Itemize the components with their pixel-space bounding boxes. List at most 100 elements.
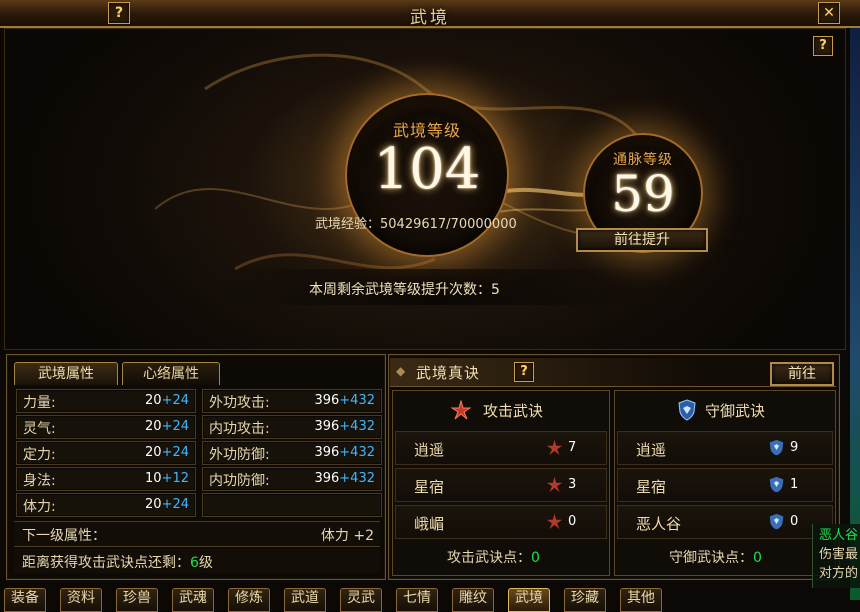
attr-row-empty xyxy=(202,493,382,517)
defense-mark-icon xyxy=(769,513,784,530)
tab-engraving[interactable]: 雕纹 xyxy=(452,588,494,612)
pulse-value: 59 xyxy=(611,165,675,223)
defense-skill-row[interactable]: 星宿 1 xyxy=(617,468,833,502)
attack-mark-icon xyxy=(546,513,563,530)
tab-martial-soul[interactable]: 武魂 xyxy=(172,588,214,612)
game-world-strip xyxy=(850,0,860,600)
level-orb: 武境等级 104 xyxy=(345,93,509,257)
bottom-tab-bar: 装备 资料 珍兽 武魂 修炼 武道 灵武 七情 雕纹 武境 珍藏 其他 xyxy=(0,588,850,612)
next-level-row: 下一级属性： 体力 +2 xyxy=(14,521,380,547)
attr-label: 内功防御: xyxy=(209,473,270,489)
weekly-count: 5 xyxy=(491,282,500,298)
tab-xinluo-attributes[interactable]: 心络属性 xyxy=(122,362,220,385)
tab-wujing[interactable]: 武境 xyxy=(508,588,550,612)
attack-skill-row[interactable]: 峨嵋 0 xyxy=(395,505,607,539)
attack-mark-icon xyxy=(546,439,563,456)
tab-other[interactable]: 其他 xyxy=(620,588,662,612)
attack-skill-row[interactable]: 星宿 3 xyxy=(395,468,607,502)
exp-value: 50429617/70000000 xyxy=(380,217,517,232)
defense-points-label: 守御武诀点： xyxy=(669,550,753,566)
attack-skill-icon xyxy=(451,400,471,420)
attr-value: 396+432 xyxy=(314,471,375,486)
attr-bonus: +432 xyxy=(339,471,375,486)
tab-profile[interactable]: 资料 xyxy=(60,588,102,612)
weekly-label: 本周剩余武境等级提升次数： xyxy=(309,282,491,298)
skill-panel-title: 武境真诀 xyxy=(416,364,481,382)
attr-bonus: +12 xyxy=(161,471,189,486)
chat-line: 恶人谷 xyxy=(819,528,859,543)
attr-row-stamina: 体力: 20+24 xyxy=(16,493,196,517)
skill-name: 逍遥 xyxy=(636,441,667,459)
attr-base: 396 xyxy=(314,445,340,460)
chat-overlay: 恶人谷 伤害最 对方的 xyxy=(812,524,860,588)
attr-base: 396 xyxy=(314,393,340,408)
attr-bonus: +24 xyxy=(161,393,189,408)
exp-label: 武境经验： xyxy=(315,217,381,232)
defense-mark-icon xyxy=(769,476,784,493)
chat-line: 伤害最 xyxy=(819,547,859,562)
attack-points-label: 攻击武诀点： xyxy=(447,550,531,566)
distance-row: 距离获得攻击武诀点还剩：6级 xyxy=(14,549,380,573)
attack-column: 攻击武诀 逍遥 7 星宿 3 峨嵋 0 攻击武诀点：0 xyxy=(392,390,610,576)
attr-bonus: +24 xyxy=(161,445,189,460)
chat-line: 对方的 xyxy=(819,566,859,581)
attr-bonus: +432 xyxy=(339,393,375,408)
attr-value: 396+432 xyxy=(314,445,375,460)
attr-row-inner-attack: 内功攻击: 396+432 xyxy=(202,415,382,439)
attack-mark-icon xyxy=(546,476,563,493)
attr-label: 外功攻击: xyxy=(209,395,270,411)
main-panel: ? 武境等级 104 通脉等级 59 武境经验：50429617/7000000… xyxy=(4,28,846,350)
attr-bonus: +24 xyxy=(161,419,189,434)
skill-name: 逍遥 xyxy=(414,441,445,459)
attr-label: 内功攻击: xyxy=(209,421,270,437)
attr-base: 20 xyxy=(145,393,162,408)
attr-base: 396 xyxy=(314,471,340,486)
attr-bonus: +24 xyxy=(161,497,189,512)
tab-emotions[interactable]: 七情 xyxy=(396,588,438,612)
skill-count: 0 xyxy=(568,514,577,529)
defense-title: 守御武诀 xyxy=(705,402,766,420)
tab-cultivation[interactable]: 修炼 xyxy=(228,588,270,612)
tab-martial-way[interactable]: 武道 xyxy=(284,588,326,612)
attr-bonus: +432 xyxy=(339,419,375,434)
tab-pets[interactable]: 珍兽 xyxy=(116,588,158,612)
weekly-text: 本周剩余武境等级提升次数：5 xyxy=(309,279,500,299)
diamond-icon: ◆ xyxy=(396,364,406,378)
skill-help-icon[interactable]: ? xyxy=(514,362,534,382)
attr-base: 396 xyxy=(314,419,340,434)
attr-bonus: +432 xyxy=(339,445,375,460)
distance-value: 6 xyxy=(190,555,199,571)
attr-row-agility: 身法: 10+12 xyxy=(16,467,196,491)
skill-name: 星宿 xyxy=(636,478,667,496)
next-level-label: 下一级属性： xyxy=(22,528,106,544)
defense-mark-icon xyxy=(769,439,784,456)
next-level-value: 体力 +2 xyxy=(320,528,374,544)
attr-row-outer-defense: 外功防御: 396+432 xyxy=(202,441,382,465)
title-help-icon[interactable]: ? xyxy=(108,2,130,24)
tab-equipment[interactable]: 装备 xyxy=(4,588,46,612)
close-icon[interactable]: ✕ xyxy=(818,2,840,24)
goto-button[interactable]: 前往 xyxy=(770,362,834,386)
attr-value: 20+24 xyxy=(145,419,189,434)
distance-text: 距离获得攻击武诀点还剩：6级 xyxy=(22,552,213,572)
defense-skill-row[interactable]: 恶人谷 0 xyxy=(617,505,833,539)
skill-name: 峨嵋 xyxy=(414,515,445,533)
attr-value: 20+24 xyxy=(145,393,189,408)
panel-help-icon[interactable]: ? xyxy=(813,36,833,56)
tab-wujing-attributes[interactable]: 武境属性 xyxy=(14,362,118,385)
attr-base: 20 xyxy=(145,445,162,460)
tab-collection[interactable]: 珍藏 xyxy=(564,588,606,612)
attack-skill-row[interactable]: 逍遥 7 xyxy=(395,431,607,465)
goto-upgrade-button[interactable]: 前往提升 xyxy=(576,228,708,252)
attr-label: 身法: xyxy=(23,473,56,489)
attr-value: 20+24 xyxy=(145,497,189,512)
defense-points: 守御武诀点：0 xyxy=(669,547,762,567)
attr-base: 20 xyxy=(145,419,162,434)
tab-spirit-weapon[interactable]: 灵武 xyxy=(340,588,382,612)
attr-value: 396+432 xyxy=(314,419,375,434)
attr-label: 定力: xyxy=(23,447,56,463)
defense-column: 守御武诀 逍遥 9 星宿 1 恶人谷 0 守御武诀点：0 xyxy=(614,390,836,576)
distance-unit: 级 xyxy=(198,555,213,571)
defense-skill-row[interactable]: 逍遥 9 xyxy=(617,431,833,465)
skill-name: 恶人谷 xyxy=(636,515,682,533)
